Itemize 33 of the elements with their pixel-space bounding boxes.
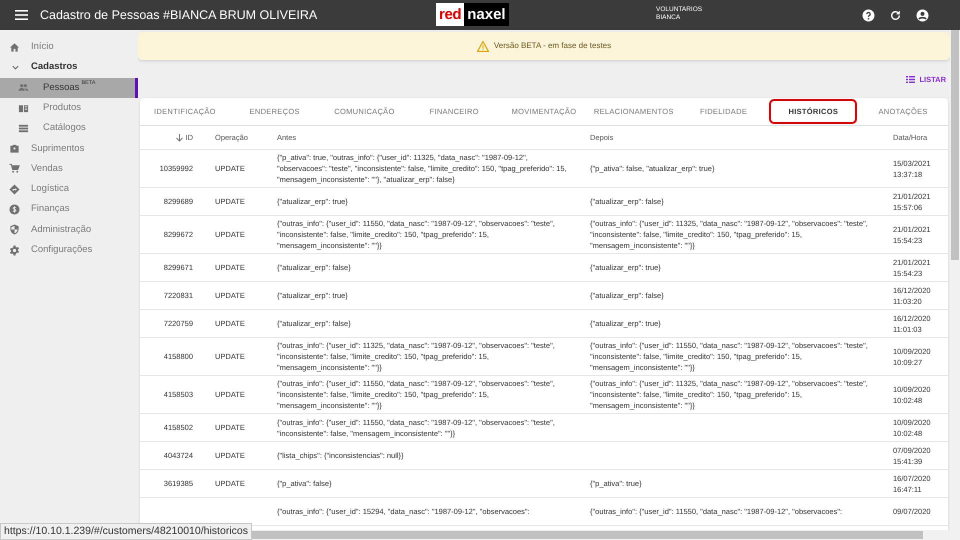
menu-icon[interactable] — [15, 10, 28, 20]
list-icon — [18, 122, 29, 134]
home-icon — [9, 42, 20, 53]
shield-icon — [9, 224, 20, 236]
account-icon[interactable] — [916, 8, 929, 22]
sidebar-item[interactable]: Administração — [0, 220, 138, 240]
list-icon — [906, 76, 916, 83]
sidebar-item[interactable]: Configurações — [0, 240, 138, 260]
page-title: Cadastro de Pessoas #BIANCA BRUM OLIVEIRA — [40, 6, 318, 24]
cart-icon — [9, 163, 20, 174]
scrollbar-thumb[interactable] — [951, 30, 959, 260]
sidebar-item[interactable]: Vendas — [0, 158, 138, 180]
sidebar-item[interactable]: Cadastros — [0, 57, 138, 78]
help-icon[interactable] — [862, 8, 875, 22]
refresh-icon[interactable] — [889, 8, 902, 22]
status-url-tooltip: https://10.10.1.239/#/customers/48210010/historicos — [0, 523, 252, 540]
settings-icon — [9, 244, 20, 256]
sidebar-item[interactable]: Finanças — [0, 199, 138, 220]
warning-icon — [476, 40, 489, 52]
dollar-icon — [9, 204, 20, 216]
sidebar-item[interactable]: Produtos — [0, 98, 138, 118]
sidebar-item[interactable]: Início — [0, 37, 138, 58]
sidebar-item[interactable]: Pessoas $^{BETA}$ — [0, 78, 138, 98]
banner-text: Versão BETA - em fase de testes — [494, 40, 612, 52]
people-icon — [18, 82, 29, 94]
sort-arrow-icon[interactable] — [176, 134, 182, 142]
logo: red naxel — [436, 3, 509, 26]
sidebar-item[interactable]: Suprimentos — [0, 138, 138, 159]
diamond-arrow-icon — [9, 184, 20, 195]
sidebar-item[interactable]: Catálogos — [0, 118, 138, 138]
sidebar-item[interactable]: Logística — [0, 179, 138, 200]
book-icon — [18, 102, 29, 114]
briefcase-icon — [9, 143, 20, 154]
